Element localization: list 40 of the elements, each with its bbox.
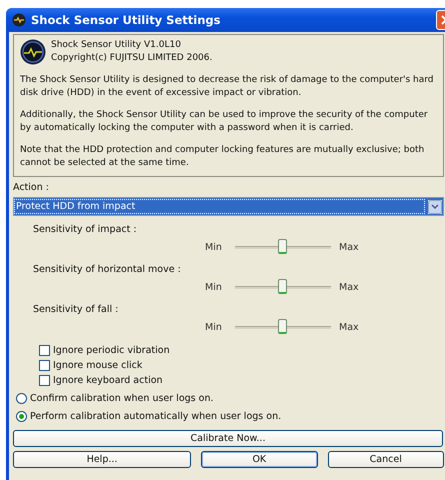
description-paragraph: Note that the HDD protection and computer locking features are mutually exclusive; both cannot be selected at the same time. — [20, 144, 426, 170]
sensitivity-slider[interactable] — [235, 278, 331, 296]
max-label: Max — [339, 322, 360, 332]
action-label: Action : — [13, 182, 50, 194]
action-dropdown[interactable]: Protect HDD from impact — [13, 197, 444, 216]
description-paragraph: The Shock Sensor Utility is designed to decrease the risk of damage to the computer's hard disk drive (HDD) in the event of excessive impact or vibration. — [20, 74, 435, 100]
pulse-logo-icon — [20, 39, 46, 65]
slider-thumb[interactable] — [278, 319, 287, 334]
sensitivity-slider[interactable] — [235, 318, 331, 336]
checkbox[interactable] — [39, 360, 50, 371]
window-title: Shock Sensor Utility Settings — [31, 13, 222, 27]
sensitivity-label: Sensitivity of fall : — [33, 303, 120, 316]
app-icon — [12, 13, 26, 27]
sensitivity-label: Sensitivity of horizontal move : — [33, 263, 182, 276]
dialog-button[interactable]: Help... — [13, 451, 192, 468]
radio-button[interactable] — [16, 392, 27, 404]
sensitivity-slider[interactable] — [235, 238, 331, 256]
checkbox[interactable] — [39, 375, 50, 386]
radio-label: Confirm calibration when user logs on. — [30, 392, 214, 404]
checkbox-label: Ignore mouse click — [53, 360, 142, 371]
checkbox-label: Ignore periodic vibration — [53, 345, 170, 356]
radio-button[interactable] — [16, 410, 27, 422]
max-label: Max — [339, 242, 360, 252]
checkbox[interactable] — [39, 345, 50, 356]
copyright-text: Copyright(c) FUJITSU LIMITED 2006. — [51, 52, 212, 65]
min-label: Min — [205, 242, 223, 252]
dialog-button[interactable]: Cancel — [328, 451, 444, 468]
dropdown-arrow-icon — [428, 200, 442, 214]
slider-thumb[interactable] — [278, 279, 287, 294]
slider-thumb[interactable] — [278, 239, 287, 254]
sensitivity-label: Sensitivity of impact : — [33, 223, 138, 236]
calibrate-button[interactable]: Calibrate Now... — [13, 430, 443, 447]
radio-label: Perform calibration automatically when user logs on. — [30, 410, 282, 422]
min-label: Min — [205, 322, 223, 332]
product-version: Shock Sensor Utility V1.0L10 — [51, 39, 182, 52]
description-paragraph: Additionally, the Shock Sensor Utility can be used to improve the security of the computer by automatically locking the computer with a password when it is carried. — [20, 109, 429, 135]
checkbox-label: Ignore keyboard action — [53, 375, 163, 386]
dialog-button[interactable]: OK — [201, 451, 318, 468]
min-label: Min — [205, 282, 223, 292]
max-label: Max — [339, 282, 360, 292]
